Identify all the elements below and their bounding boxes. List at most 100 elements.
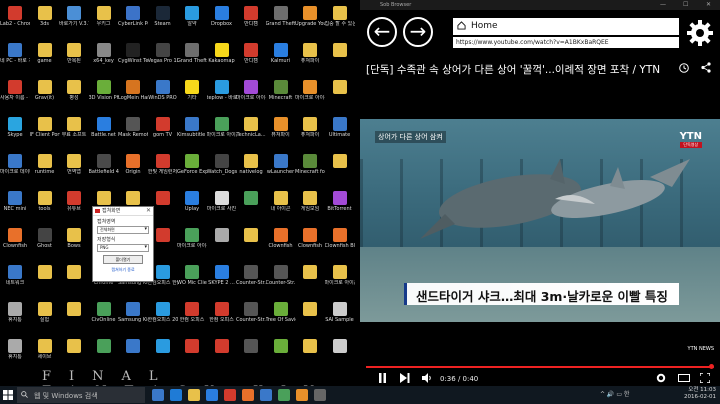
desktop-icon[interactable]: BitTorrent	[325, 189, 355, 221]
desktop-icon[interactable]: 마이크로 아이콘	[295, 78, 325, 110]
desktop-icon[interactable]: WinDS PRO	[148, 78, 178, 110]
desktop-icon[interactable]: 바로가기 V.3.7.5	[59, 4, 89, 36]
taskbar-edge-icon[interactable]	[170, 389, 182, 401]
system-tray[interactable]: ^ 🔊 ▭ 한	[600, 389, 629, 398]
save-format-select[interactable]: PNG	[97, 244, 149, 252]
back-button[interactable]: ←	[367, 17, 397, 47]
desktop-icon[interactable]: Grand Theft Auto V	[177, 41, 207, 73]
pause-icon[interactable]	[378, 373, 387, 383]
taskbar-search-input[interactable]: 웹 및 Windows 검색	[17, 387, 145, 403]
desktop-icon[interactable]: 네 PC - 바로 가기	[0, 41, 30, 73]
desktop-icon[interactable]: Dropbox	[207, 4, 237, 36]
windows-start-icon[interactable]	[3, 390, 13, 400]
desktop-icon[interactable]: Lab2 - Chrome	[0, 4, 30, 36]
desktop-icon[interactable]	[325, 78, 355, 110]
share-icon[interactable]	[701, 62, 711, 73]
desktop-icon[interactable]	[236, 226, 266, 258]
desktop-icon[interactable]: Grand Theft Auto V	[266, 4, 296, 36]
desktop-icon[interactable]: Minecraft for Minec	[295, 152, 325, 184]
desktop-icon[interactable]: gom TV	[148, 115, 178, 147]
desktop-icon[interactable]: game	[30, 41, 60, 73]
taskbar-clock[interactable]: 오전 11:03 2016-02-01	[684, 387, 716, 401]
gear-icon[interactable]	[685, 18, 715, 48]
desktop-icon[interactable]: 한컴 오피스	[177, 300, 207, 332]
video-progress-bar[interactable]	[366, 364, 714, 369]
desktop-icon[interactable]: 휴지통	[0, 300, 30, 332]
desktop-icon[interactable]: tools	[30, 189, 60, 221]
desktop-icon[interactable]: IF Client Portable	[30, 115, 60, 147]
desktop-icon[interactable]: 평성	[59, 78, 89, 110]
desktop-icon[interactable]: 반디캠	[236, 4, 266, 36]
desktop-icon[interactable]	[177, 337, 207, 369]
taskbar-chrome-icon[interactable]	[224, 389, 236, 401]
desktop-icon[interactable]: CyberLink PowerDirec...	[118, 4, 148, 36]
desktop-icon[interactable]: Kakaomap	[207, 41, 237, 73]
forward-button[interactable]: →	[403, 17, 433, 47]
close-button[interactable]: ✕	[706, 1, 711, 8]
desktop-icon[interactable]: 한빛 게임런처	[148, 152, 178, 184]
desktop-icon[interactable]: 기타	[177, 78, 207, 110]
taskbar-task-view-icon[interactable]	[152, 389, 164, 401]
capture-area-select[interactable]: 전체화면	[97, 226, 149, 234]
desktop-icon[interactable]: 반디캠	[236, 41, 266, 73]
video-progress-knob[interactable]	[709, 364, 714, 369]
dialog-close-button[interactable]: ✕	[146, 207, 151, 215]
theater-mode-icon[interactable]	[678, 373, 690, 383]
desktop-icon[interactable]	[295, 300, 325, 332]
desktop-icon[interactable]: Counter-Str. Online	[266, 263, 296, 295]
desktop-icon[interactable]: 마이크로 아이콘	[325, 263, 355, 295]
desktop-icon[interactable]	[325, 152, 355, 184]
taskbar-app-blue-icon[interactable]	[260, 389, 272, 401]
desktop-icon[interactable]: 퓨쳐파이	[295, 41, 325, 73]
video-frame[interactable]: 상어가 다른 상어 삼켜 YTN 단독영상 샌드타이거 샤크…최대 3m·날카로…	[360, 119, 720, 322]
desktop-icon[interactable]: Grav(it)	[30, 78, 60, 110]
desktop-icon[interactable]	[236, 337, 266, 369]
desktop-icon[interactable]: Kalmuri	[266, 41, 296, 73]
desktop-icon[interactable]: Vegas Pro 13.0 (64-bit)	[148, 41, 178, 73]
desktop-icon[interactable]	[295, 263, 325, 295]
fullscreen-icon[interactable]	[700, 373, 710, 383]
taskbar-app-green-icon[interactable]	[278, 389, 290, 401]
desktop-icon[interactable]	[59, 263, 89, 295]
desktop-icon[interactable]: Upgrade Your Life!	[295, 4, 325, 36]
desktop-icon[interactable]: 마이크로 데이터	[0, 152, 30, 184]
desktop-icon[interactable]: 우키그	[89, 4, 119, 36]
desktop-icon[interactable]: 집중 할 수 있는	[325, 4, 355, 36]
desktop-icon[interactable]: 유튜브	[59, 189, 89, 221]
desktop-icon[interactable]: Mask Remote	[118, 115, 148, 147]
taskbar-store-icon[interactable]	[206, 389, 218, 401]
desktop-icon[interactable]: 마이크로 아이콘	[207, 115, 237, 147]
desktop-icon[interactable]	[59, 300, 89, 332]
desktop-icon[interactable]: wLauncher	[266, 152, 296, 184]
desktop-icon[interactable]: 사용자 이름 - Chrome	[0, 78, 30, 110]
desktop-icon[interactable]: Watch_Dogs	[207, 152, 237, 184]
desktop-icon[interactable]: 3ds	[30, 4, 60, 36]
desktop-icon[interactable]	[148, 337, 178, 369]
desktop-icon[interactable]: Clownfish	[266, 226, 296, 258]
desktop-icon[interactable]: Clownfish Black Sea	[325, 226, 355, 258]
desktop-icon[interactable]: 실험	[30, 300, 60, 332]
desktop-icon[interactable]: TechnicLa...	[236, 115, 266, 147]
taskbar-media-icon[interactable]	[242, 389, 254, 401]
desktop-icon[interactable]: 한컴오피스 2014	[148, 300, 178, 332]
desktop-icon[interactable]: CygWinst Terminal	[118, 41, 148, 73]
open-folder-button[interactable]: 폴더열기	[103, 255, 143, 264]
desktop-icon[interactable]: 게임모임	[295, 189, 325, 221]
desktop-icon[interactable]: GeForce Experience	[177, 152, 207, 184]
watch-later-icon[interactable]	[679, 63, 689, 73]
taskbar-explorer-icon[interactable]	[188, 389, 200, 401]
desktop-icon[interactable]	[89, 337, 119, 369]
desktop-icon[interactable]: 마이크로 아이콘...	[236, 78, 266, 110]
stop-capture-link[interactable]: 캡쳐하기 종료	[93, 267, 153, 273]
desktop-icon[interactable]: 퓨쳐파이	[295, 115, 325, 147]
desktop-icon[interactable]: Bows	[59, 226, 89, 258]
desktop-icon[interactable]	[59, 337, 89, 369]
next-icon[interactable]	[400, 373, 410, 383]
desktop-icon[interactable]: Steam	[148, 4, 178, 36]
video-title[interactable]: [단독] 수족관 속 상어가 다른 상어 '꿀꺽'...이례적 장면 포착 / …	[366, 62, 660, 77]
desktop-icon[interactable]: teplow - 바로 가기	[207, 78, 237, 110]
desktop-icon[interactable]: nativelog	[236, 152, 266, 184]
desktop-icon[interactable]: 마이크로 아이콘	[177, 226, 207, 258]
desktop-icon[interactable]: Samsung Kies (Lite)	[118, 300, 148, 332]
taskbar-app-orange-icon[interactable]	[296, 389, 308, 401]
